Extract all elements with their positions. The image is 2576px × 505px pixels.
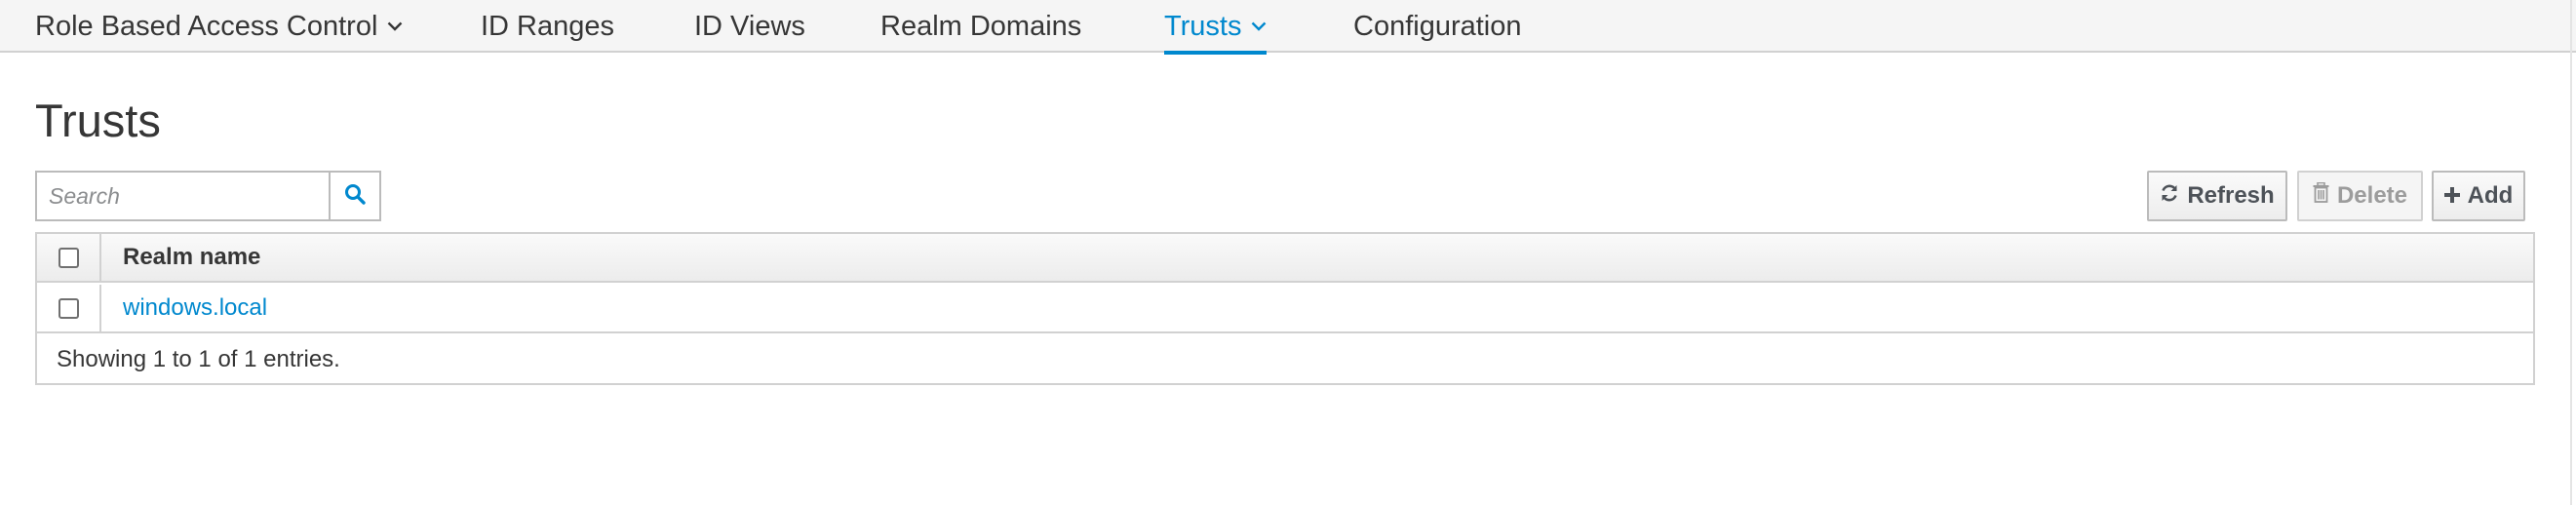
select-all-checkbox[interactable]	[58, 247, 79, 268]
refresh-icon	[2160, 182, 2179, 210]
chevron-down-icon	[1251, 21, 1267, 31]
table-footer: Showing 1 to 1 of 1 entries.	[57, 346, 340, 372]
chevron-down-icon	[387, 21, 403, 31]
column-header-realm-name[interactable]: Realm name	[123, 234, 260, 281]
nav-item-trusts[interactable]: Trusts	[1164, 0, 1268, 55]
search-icon	[344, 183, 366, 210]
realm-name-link[interactable]: windows.local	[123, 285, 267, 331]
nav-item-id-views[interactable]: ID Views	[694, 0, 805, 53]
delete-label: Delete	[2336, 182, 2408, 209]
add-button[interactable]: Add	[2432, 171, 2525, 221]
add-label: Add	[2467, 182, 2514, 209]
table-header: Realm name	[37, 234, 2533, 283]
refresh-button[interactable]: Refresh	[2147, 171, 2287, 221]
nav-item-label: ID Ranges	[481, 10, 615, 42]
delete-button[interactable]: Delete	[2297, 171, 2423, 221]
nav-item-label: Trusts	[1164, 10, 1242, 42]
nav-item-label: Realm Domains	[880, 10, 1082, 42]
nav-item-label: Configuration	[1353, 10, 1522, 42]
table-row: windows.local	[37, 285, 2533, 333]
nav-item-role-based-access-control[interactable]: Role Based Access Control	[35, 0, 403, 53]
trash-icon	[2313, 181, 2329, 210]
page-title: Trusts	[35, 95, 161, 146]
nav-item-realm-domains[interactable]: Realm Domains	[880, 0, 1081, 53]
plus-icon	[2443, 182, 2460, 210]
nav-item-label: Role Based Access Control	[35, 10, 378, 42]
top-navigation: Role Based Access Control ID Ranges ID V…	[0, 0, 2576, 55]
select-all-cell	[37, 234, 101, 281]
search-box	[35, 171, 381, 221]
scrollbar-track[interactable]	[2570, 0, 2572, 505]
row-checkbox[interactable]	[58, 297, 79, 319]
search-input[interactable]	[37, 173, 320, 219]
search-button[interactable]	[329, 173, 379, 219]
nav-item-id-ranges[interactable]: ID Ranges	[481, 0, 614, 53]
nav-item-label: ID Views	[694, 10, 805, 42]
refresh-label: Refresh	[2187, 182, 2275, 209]
row-select-cell	[37, 285, 101, 331]
trusts-table: Realm name windows.local Showing 1 to 1 …	[35, 232, 2535, 385]
nav-item-configuration[interactable]: Configuration	[1353, 0, 1522, 53]
